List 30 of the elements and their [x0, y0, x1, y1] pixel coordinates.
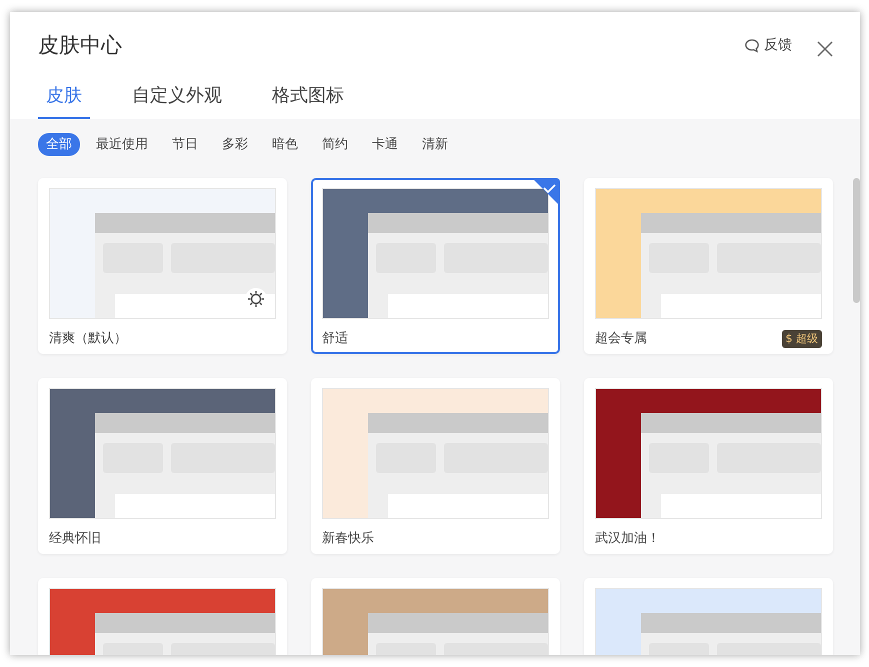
skin-card[interactable]: 经典怀旧: [38, 378, 287, 554]
filter-chip[interactable]: 卡通: [364, 132, 406, 156]
filter-chip[interactable]: 多彩: [214, 132, 256, 156]
filter-chip[interactable]: 最近使用: [88, 132, 156, 156]
window-title: 皮肤中心: [38, 32, 122, 59]
tab[interactable]: 格式图标: [264, 82, 352, 118]
skin-card[interactable]: 舒适: [311, 178, 560, 354]
skin-card[interactable]: 超会专属 $ 超级: [584, 178, 833, 354]
filter-chip[interactable]: 节日: [164, 132, 206, 156]
skin-name: 超会专属: [595, 330, 647, 348]
skin-name: 清爽（默认）: [49, 330, 127, 348]
filter-chip[interactable]: 全部: [38, 132, 80, 156]
skin-name: 舒适: [322, 330, 348, 348]
skin-card[interactable]: 武汉加油！: [584, 378, 833, 554]
filter-chip[interactable]: 简约: [314, 132, 356, 156]
speech-bubble-icon: [744, 38, 760, 54]
skin-name: 经典怀旧: [49, 530, 101, 548]
skin-name: 武汉加油！: [595, 530, 660, 548]
filter-chip[interactable]: 暗色: [264, 132, 306, 156]
scrollbar-thumb[interactable]: [853, 178, 860, 303]
tab[interactable]: 皮肤: [38, 82, 90, 118]
sun-icon[interactable]: [245, 288, 267, 310]
tab[interactable]: 自定义外观: [124, 82, 230, 118]
premium-badge: $ 超级: [782, 330, 822, 348]
feedback-button[interactable]: 反馈: [744, 35, 792, 56]
skin-card[interactable]: 清爽（默认）: [38, 178, 287, 354]
checkmark-icon: [532, 178, 560, 206]
skin-name: 新春快乐: [322, 530, 374, 548]
skin-card[interactable]: 新春快乐: [311, 378, 560, 554]
filter-chip[interactable]: 清新: [414, 132, 456, 156]
